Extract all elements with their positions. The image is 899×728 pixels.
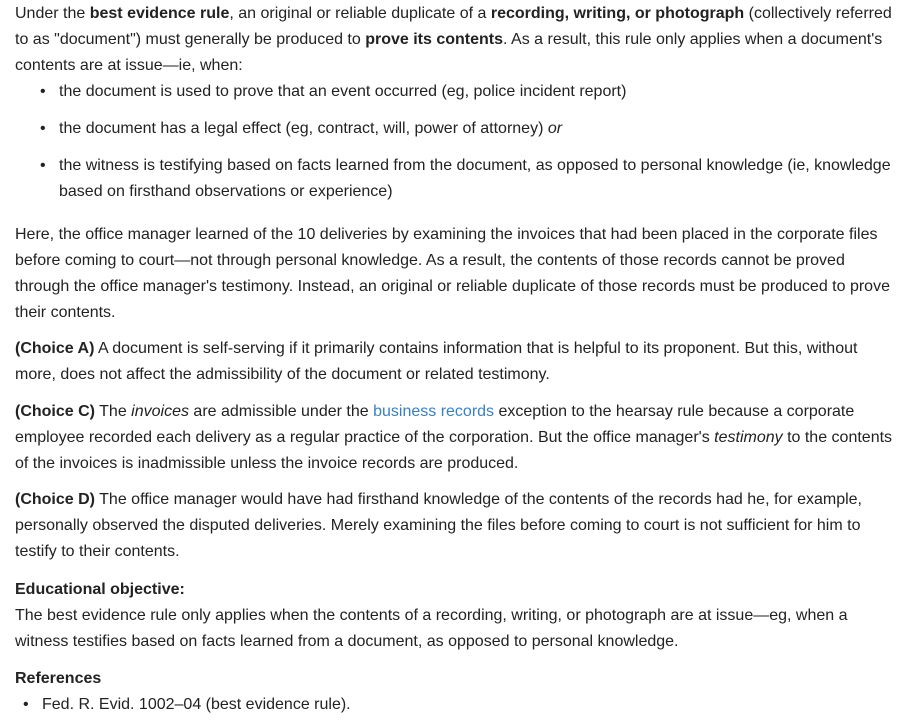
choice-c-label: (Choice C) <box>15 403 95 420</box>
bullet-dot: • <box>23 696 29 713</box>
condition-text: the document is used to prove that an ev… <box>59 83 627 100</box>
choice-d-label: (Choice D) <box>15 491 95 508</box>
condition-item: • the document is used to prove that an e… <box>15 79 893 105</box>
reference-item: • Fed. R. Evid. 1002–04 (best evidence ru… <box>15 692 893 718</box>
condition-text: the witness is testifying based on facts… <box>59 157 891 200</box>
condition-text: the document has a legal effect (eg, con… <box>59 120 548 137</box>
reference-text: Fed. R. Evid. 1002–04 (best evidence rul… <box>42 696 351 713</box>
term-best-evidence-rule: best evidence rule <box>89 5 230 22</box>
bullet-dot: • <box>40 83 46 100</box>
choice-c-testimony-italic: testimony <box>714 429 783 446</box>
term-recording-writing-photograph: recording, writing, or photograph <box>490 5 745 22</box>
objective-text: The best evidence rule only applies when… <box>15 607 848 650</box>
bullet-dot: • <box>40 120 46 137</box>
explanation-content: Under the best evidence rule, an origina… <box>15 0 893 718</box>
choice-a-label: (Choice A) <box>15 340 95 357</box>
intro-paragraph: Under the best evidence rule, an origina… <box>15 1 893 79</box>
business-records-link[interactable]: business records <box>373 403 494 420</box>
intro-text-2: , an original or reliable duplicate of a <box>229 5 491 22</box>
condition-item: • the witness is testifying based on fact… <box>15 153 893 205</box>
choice-c-invoices-italic: invoices <box>131 403 189 420</box>
term-prove-its-contents: prove its contents <box>365 31 504 48</box>
choice-c-text-2: are admissible under the <box>188 403 374 420</box>
choice-d-text: The office manager would have had firsth… <box>15 491 862 560</box>
references-heading: References <box>15 670 102 687</box>
choice-a-text: A document is self-serving if it primari… <box>15 340 858 383</box>
condition-item: • the document has a legal effect (eg, co… <box>15 116 893 142</box>
objective-heading: Educational objective: <box>15 581 185 598</box>
explanation-paragraph: Here, the office manager learned of the … <box>15 226 890 321</box>
choice-c-text-1: The <box>95 403 132 420</box>
conditions-list: • the document is used to prove that an e… <box>15 79 893 205</box>
choice-c-paragraph: (Choice C) The invoices are admissible u… <box>15 399 893 477</box>
choice-d-paragraph: (Choice D) The office manager would have… <box>15 487 893 565</box>
intro-text-1: Under the <box>15 5 90 22</box>
bullet-dot: • <box>40 157 46 174</box>
choice-a-paragraph: (Choice A) A document is self-serving if… <box>15 336 893 388</box>
condition-or-italic: or <box>547 120 563 137</box>
references-list: • Fed. R. Evid. 1002–04 (best evidence ru… <box>15 692 893 718</box>
